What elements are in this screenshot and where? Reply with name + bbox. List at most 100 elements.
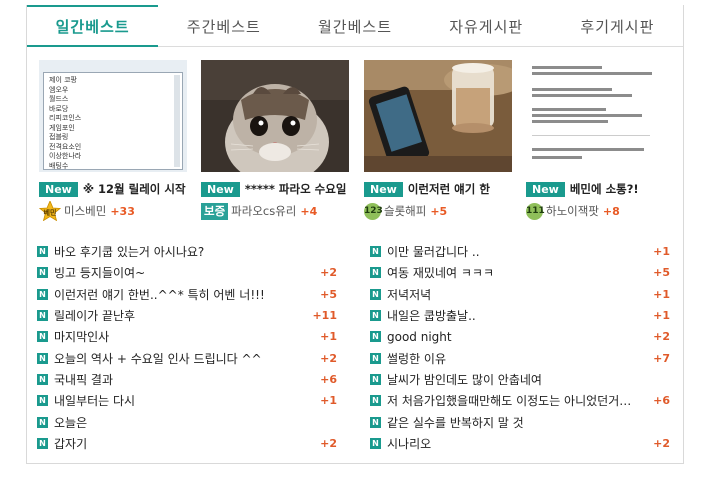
post-row[interactable]: N 이만 물러갑니다 .. +1 bbox=[370, 241, 670, 262]
post-title[interactable]: 여동 재밌네여 ㅋㅋㅋ bbox=[387, 264, 642, 281]
thumbnail-list-item: 바로당 bbox=[49, 104, 69, 113]
card-author[interactable]: 미스베민 bbox=[64, 203, 106, 219]
cat-photo bbox=[201, 60, 349, 172]
post-row[interactable]: N 오늘은 bbox=[37, 411, 337, 432]
new-post-icon: N bbox=[37, 246, 48, 258]
best-card[interactable]: New 이런저런 얘기 한 123 슬롯해피 +5 bbox=[364, 60, 514, 225]
post-title[interactable]: 내일은 쿱방출날.. bbox=[387, 307, 642, 324]
post-row[interactable]: N 갑자기 +2 bbox=[37, 433, 337, 454]
post-row[interactable]: N 저 처음가입했을때만해도 이정도는 아니었던거같아요 +6 bbox=[370, 390, 670, 411]
post-title[interactable]: 바오 후기쿱 있는거 아시나요? bbox=[54, 243, 309, 260]
tab-review-board[interactable]: 후기게시판 bbox=[552, 5, 683, 46]
card-title[interactable]: ※ 12월 릴레이 시작 ※ bbox=[83, 181, 189, 197]
card-meta: 보증 파라오cs유리 +4 bbox=[201, 202, 351, 220]
post-row[interactable]: N 썰렁한 이유 +7 bbox=[370, 347, 670, 368]
new-post-icon: N bbox=[370, 246, 381, 258]
comment-count: +2 bbox=[320, 351, 337, 365]
thumbnail-list-item: 배팅수 bbox=[49, 161, 69, 170]
post-row[interactable]: N 빙고 등지들이여~ +2 bbox=[37, 262, 337, 283]
post-row[interactable]: N 같은 실수를 반복하지 말 것 bbox=[370, 411, 670, 432]
post-row[interactable]: N 이런저런 얘기 한번..^^* 특히 어벤 너!!! +5 bbox=[37, 284, 337, 305]
thumbnail-text-line bbox=[532, 66, 602, 69]
post-title[interactable]: 같은 실수를 반복하지 말 것 bbox=[387, 414, 642, 431]
best-card[interactable]: New 베민에 소통?! 111 하노이잭팟 +8 bbox=[526, 60, 676, 225]
comment-count: +4 bbox=[300, 204, 318, 218]
new-post-icon: N bbox=[370, 267, 381, 279]
comment-count: +1 bbox=[653, 309, 670, 323]
post-title[interactable]: 국내픽 결과 bbox=[54, 371, 309, 388]
post-row[interactable]: N 국내픽 결과 +6 bbox=[37, 369, 337, 390]
post-row[interactable]: N 내일은 쿱방출날.. +1 bbox=[370, 305, 670, 326]
best-cards: 제이 코팡 엠오우 월드스 바로당 리피코인스 게임포인 접블링 전격요소인 이… bbox=[39, 60, 679, 230]
post-row[interactable]: N 내일부터는 다시 +1 bbox=[37, 390, 337, 411]
post-title[interactable]: 갑자기 bbox=[54, 435, 309, 452]
tab-weekly-best[interactable]: 주간베스트 bbox=[158, 5, 289, 46]
card-thumbnail[interactable]: 제이 코팡 엠오우 월드스 바로당 리피코인스 게임포인 접블링 전격요소인 이… bbox=[39, 60, 187, 172]
right-post-list: N 이만 물러갑니다 .. +1 N 여동 재밌네여 ㅋㅋㅋ +5 N 저녁저녁 +1 N 내일은 … bbox=[370, 241, 670, 454]
post-title[interactable]: 내일부터는 다시 bbox=[54, 392, 309, 409]
new-post-icon: N bbox=[37, 373, 48, 385]
card-title-row: New 베민에 소통?! bbox=[526, 181, 676, 197]
thumbnail-divider bbox=[532, 135, 650, 136]
comment-count: +6 bbox=[653, 394, 670, 408]
comment-count: +33 bbox=[110, 204, 135, 218]
comment-count: +1 bbox=[653, 245, 670, 259]
card-thumbnail[interactable] bbox=[201, 60, 349, 172]
tab-free-board[interactable]: 자유게시판 bbox=[421, 5, 552, 46]
post-title[interactable]: 빙고 등지들이여~ bbox=[54, 264, 309, 281]
post-row[interactable]: N 바오 후기쿱 있는거 아시나요? bbox=[37, 241, 337, 262]
thumbnail-text-line bbox=[532, 120, 608, 123]
thumbnail-text-line bbox=[532, 108, 606, 111]
comment-count: +2 bbox=[653, 436, 670, 450]
post-row[interactable]: N 릴레이가 끝난후 +11 bbox=[37, 305, 337, 326]
post-title[interactable]: good night bbox=[387, 330, 642, 344]
thumbnail-text-line bbox=[532, 72, 652, 75]
card-title-row: New ***** 파라오 수요일 이 bbox=[201, 181, 351, 197]
level-badge: 111 bbox=[526, 202, 545, 220]
post-row[interactable]: N 여동 재밌네여 ㅋㅋㅋ +5 bbox=[370, 262, 670, 283]
post-title[interactable]: 썰렁한 이유 bbox=[387, 350, 642, 367]
post-title[interactable]: 이만 물러갑니다 .. bbox=[387, 243, 642, 260]
card-thumbnail[interactable] bbox=[526, 60, 674, 172]
level-label: 베민 bbox=[43, 209, 57, 217]
new-post-icon: N bbox=[370, 310, 381, 322]
card-author[interactable]: 하노이잭팟 bbox=[546, 203, 599, 219]
thumbnail-list-box: 제이 코팡 엠오우 월드스 바로당 리피코인스 게임포인 접블링 전격요소인 이… bbox=[43, 72, 183, 170]
thumbnail-list-item: 엠오우 bbox=[49, 85, 69, 94]
post-title[interactable]: 오늘은 bbox=[54, 414, 309, 431]
post-title[interactable]: 릴레이가 끝난후 bbox=[54, 307, 309, 324]
best-card[interactable]: New ***** 파라오 수요일 이 보증 파라오cs유리 +4 bbox=[201, 60, 351, 225]
card-author[interactable]: 파라오cs유리 bbox=[231, 203, 296, 219]
comment-count: +2 bbox=[320, 266, 337, 280]
post-title[interactable]: 날씨가 밤인데도 많이 안춥네여 bbox=[387, 371, 642, 388]
post-title[interactable]: 오늘의 역사 + 수요일 인사 드립니다 ^^ bbox=[54, 350, 309, 367]
card-title[interactable]: 베민에 소통?! bbox=[570, 181, 639, 197]
thumbnail-text-line bbox=[532, 156, 582, 159]
new-post-icon: N bbox=[370, 331, 381, 343]
post-row[interactable]: N 오늘의 역사 + 수요일 인사 드립니다 ^^ +2 bbox=[37, 347, 337, 368]
post-title[interactable]: 시나리오 bbox=[387, 435, 642, 452]
post-title[interactable]: 저녁저녁 bbox=[387, 286, 642, 303]
post-title[interactable]: 이런저런 얘기 한번..^^* 특히 어벤 너!!! bbox=[54, 286, 309, 303]
card-thumbnail[interactable] bbox=[364, 60, 512, 172]
new-post-icon: N bbox=[37, 331, 48, 343]
tab-monthly-best[interactable]: 월간베스트 bbox=[289, 5, 420, 46]
thumbnail-list-item: 게임포인 bbox=[49, 123, 75, 132]
post-title[interactable]: 저 처음가입했을때만해도 이정도는 아니었던거같아요 bbox=[387, 392, 642, 409]
tab-daily-best[interactable]: 일간베스트 bbox=[27, 5, 159, 47]
card-title[interactable]: ***** 파라오 수요일 이 bbox=[245, 181, 351, 197]
new-post-icon: N bbox=[370, 288, 381, 300]
post-row[interactable]: N 시나리오 +2 bbox=[370, 433, 670, 454]
post-row[interactable]: N 날씨가 밤인데도 많이 안춥네여 bbox=[370, 369, 670, 390]
comment-count: +2 bbox=[320, 436, 337, 450]
card-author[interactable]: 슬롯해피 bbox=[384, 203, 426, 219]
post-row[interactable]: Ngood night +2 bbox=[370, 326, 670, 347]
post-row[interactable]: N 마지막인사 +1 bbox=[37, 326, 337, 347]
thumbnail-list-item: 이상한나라 bbox=[49, 152, 82, 160]
card-title[interactable]: 이런저런 얘기 한 bbox=[408, 181, 490, 197]
new-post-icon: N bbox=[37, 288, 48, 300]
post-row[interactable]: N 저녁저녁 +1 bbox=[370, 284, 670, 305]
best-card[interactable]: 제이 코팡 엠오우 월드스 바로당 리피코인스 게임포인 접블링 전격요소인 이… bbox=[39, 60, 189, 225]
new-badge: New bbox=[39, 181, 78, 197]
post-title[interactable]: 마지막인사 bbox=[54, 328, 309, 345]
